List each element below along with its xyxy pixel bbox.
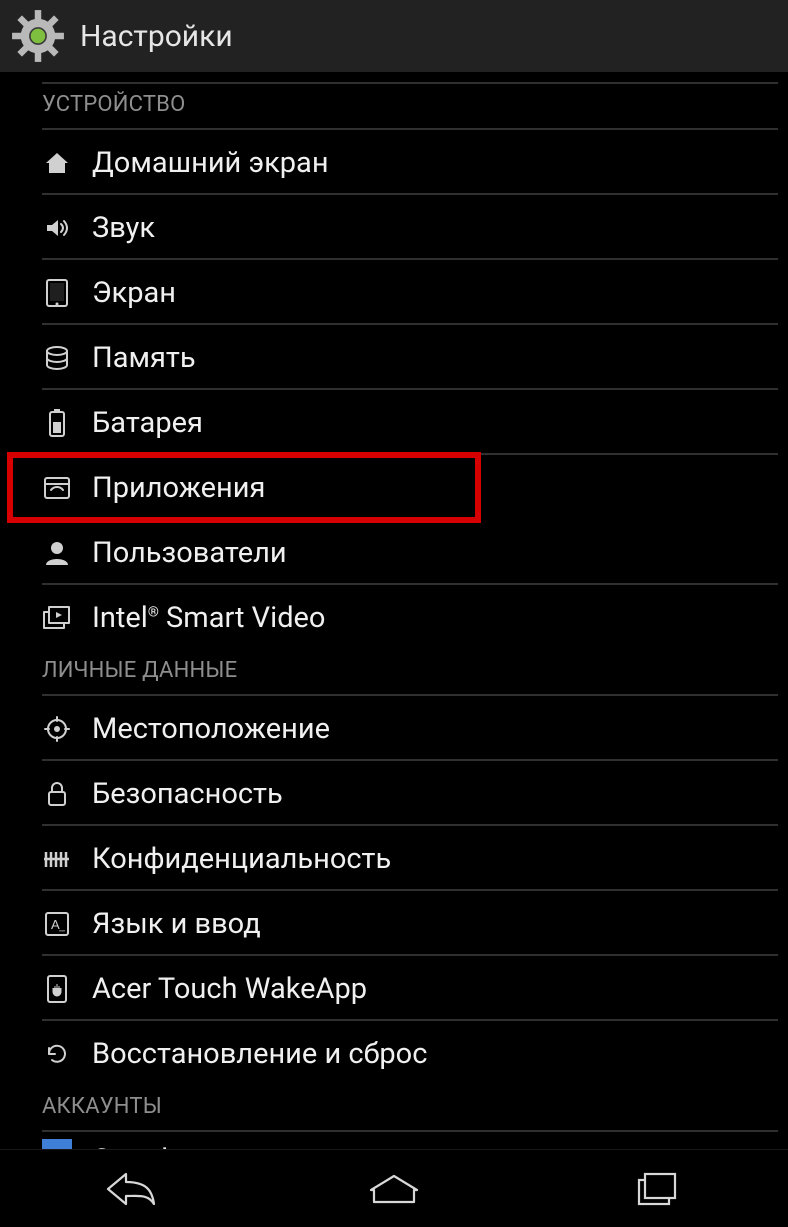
navigation-bar — [0, 1149, 788, 1227]
settings-item-sound[interactable]: Звук — [0, 195, 788, 260]
title-bar: Настройки — [0, 0, 788, 72]
language-icon: A••• — [42, 909, 72, 939]
google-icon: g — [42, 1139, 72, 1149]
section-header: ЛИЧНЫЕ ДАННЫЕ — [0, 650, 788, 691]
settings-item-label: Конфиденциальность — [92, 842, 391, 876]
settings-item-label: Экран — [92, 276, 176, 310]
settings-item-label: Домашний экран — [92, 146, 329, 180]
settings-item-label: Батарея — [92, 406, 203, 440]
settings-item-label: Приложения — [92, 471, 265, 505]
settings-item-privacy[interactable]: Конфиденциальность — [0, 826, 788, 891]
video-icon — [42, 603, 72, 633]
touch-icon — [42, 974, 72, 1004]
settings-item-battery[interactable]: Батарея — [0, 390, 788, 455]
settings-item-label: Язык и ввод — [92, 907, 261, 941]
home-button[interactable] — [329, 1164, 459, 1214]
settings-list[interactable]: УСТРОЙСТВО Домашний экран Звук Экран Память Б… — [0, 72, 788, 1149]
sound-icon — [42, 213, 72, 243]
settings-item-intel-smart-video[interactable]: Intel® Smart Video — [0, 585, 788, 650]
settings-item-label: Acer Touch WakeApp — [92, 972, 367, 1006]
settings-item-label: Восстановление и сброс — [92, 1037, 427, 1071]
settings-item-users[interactable]: Пользователи — [0, 520, 788, 585]
settings-item-label: Пользователи — [92, 536, 287, 570]
settings-item-display[interactable]: Экран — [0, 260, 788, 325]
partial-row-above — [42, 72, 778, 84]
settings-item-location[interactable]: Местоположение — [0, 696, 788, 761]
settings-item-storage[interactable]: Память — [0, 325, 788, 390]
section-header: УСТРОЙСТВО — [0, 84, 788, 125]
settings-item-label: Звук — [92, 211, 155, 245]
storage-icon — [42, 343, 72, 373]
apps-icon — [42, 473, 72, 503]
svg-text:•••: ••• — [59, 928, 65, 935]
security-icon — [42, 779, 72, 809]
settings-item-label: Intel® Smart Video — [92, 601, 325, 635]
page-title: Настройки — [80, 19, 233, 54]
settings-item-acer-touch-wakeapp[interactable]: Acer Touch WakeApp — [0, 956, 788, 1021]
display-icon — [42, 278, 72, 308]
users-icon — [42, 538, 72, 568]
settings-item-security[interactable]: Безопасность — [0, 761, 788, 826]
settings-item-apps[interactable]: Приложения — [10, 455, 478, 520]
section-header: АККАУНТЫ — [0, 1086, 788, 1127]
settings-item-home-screen[interactable]: Домашний экран — [0, 130, 788, 195]
settings-gear-icon — [10, 8, 66, 64]
back-button[interactable] — [66, 1164, 196, 1214]
settings-item-label: Местоположение — [92, 712, 330, 746]
settings-item-language-input[interactable]: A••• Язык и ввод — [0, 891, 788, 956]
settings-item-label: Безопасность — [92, 777, 283, 811]
home-icon — [42, 148, 72, 178]
privacy-icon — [42, 844, 72, 874]
battery-icon — [42, 408, 72, 438]
reset-icon — [42, 1039, 72, 1069]
settings-item-label: Память — [92, 341, 196, 375]
settings-item-google-account[interactable]: gGoogle — [0, 1132, 788, 1149]
settings-item-backup-reset[interactable]: Восстановление и сброс — [0, 1021, 788, 1086]
location-icon — [42, 714, 72, 744]
recent-apps-button[interactable] — [592, 1164, 722, 1214]
